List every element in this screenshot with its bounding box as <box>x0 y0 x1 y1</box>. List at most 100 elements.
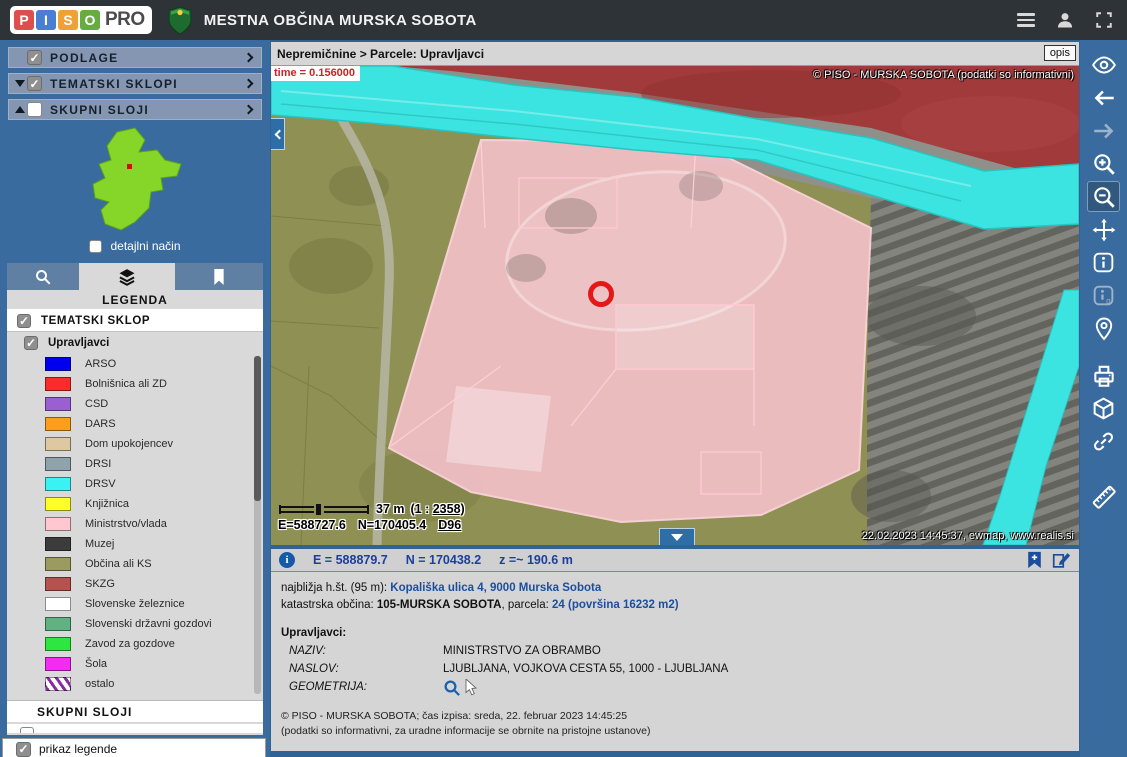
sidebar-panel-podlage[interactable]: ✓ PODLAGE <box>8 47 262 68</box>
legend-item: DARS <box>45 414 263 434</box>
legend-item: Ministrstvo/vlada <box>45 514 263 534</box>
cube-3d-icon <box>1091 396 1116 421</box>
legend-swatch <box>45 577 71 591</box>
cut-checkbox[interactable] <box>20 727 34 733</box>
municipality-outline <box>93 128 181 230</box>
attribute-table: Upravljavci: NAZIV: MINISTRSTVO ZA OBRAM… <box>281 625 1069 698</box>
legend-subgroup-upravljavci[interactable]: ✓ Upravljavci <box>7 332 263 354</box>
piso-logo[interactable]: P I S O PRO <box>10 6 152 34</box>
chevron-right-icon <box>244 53 254 63</box>
zoom-to-geometry-icon[interactable] <box>443 679 461 697</box>
app-header: P I S O PRO MESTNA OBČINA MURSKA SOBOTA <box>0 0 1127 40</box>
sidebar-panel-skupni-sloji[interactable]: ✓ SKUPNI SLOJI <box>8 99 262 120</box>
share-link-tool[interactable] <box>1086 425 1122 458</box>
map-block: Nepremičnine > Parcele: Upravljavci opis <box>271 42 1079 545</box>
zoom-in-icon <box>1091 151 1117 177</box>
legend-item: DRSI <box>45 454 263 474</box>
legend-scrollbar[interactable] <box>254 356 261 694</box>
user-icon[interactable] <box>1055 10 1075 30</box>
logo-letter-s: S <box>58 10 78 30</box>
legend-scrollbar-thumb[interactable] <box>254 356 261 501</box>
nearest-address-line: najbližja h.št. (95 m): Kopališka ulica … <box>281 580 1069 597</box>
sidebar-panel-tematski-sklopi[interactable]: ✓ TEMATSKI SKLOPI <box>8 73 262 94</box>
menu-icon[interactable] <box>1017 10 1035 30</box>
show-legend-checkbox[interactable]: ✓ <box>16 742 31 757</box>
field-label-naslov: NASLOV: <box>281 661 443 678</box>
tematski-sklopi-checkbox[interactable]: ✓ <box>27 76 42 91</box>
section-title: Upravljavci: <box>281 625 443 642</box>
layers-icon <box>117 267 137 287</box>
datum-link[interactable]: D96 <box>438 518 461 532</box>
report-edit-icon[interactable] <box>1052 551 1071 569</box>
sidebar-collapse-handle[interactable] <box>271 118 285 150</box>
locate-tool[interactable] <box>1086 312 1122 345</box>
building-outline <box>616 305 754 369</box>
legend-group-checkbox[interactable]: ✓ <box>17 314 31 328</box>
svg-text:g: g <box>1106 295 1111 305</box>
field-label-geometrija: GEOMETRIJA: <box>281 679 443 697</box>
chevron-right-icon <box>244 79 254 89</box>
info-panel-collapse-button[interactable] <box>659 528 695 545</box>
legend-group-skupni-sloji[interactable]: SKUPNI SLOJI <box>7 700 263 722</box>
legend-group-tematski-sklop[interactable]: ✓ TEMATSKI SKLOP <box>7 311 263 332</box>
sidebar: ✓ PODLAGE ✓ TEMATSKI SKLOPI ✓ SKUPNI SLO… <box>0 40 270 757</box>
tab-bookmarks[interactable] <box>175 263 263 290</box>
tab-layers[interactable] <box>79 263 175 290</box>
current-view-marker <box>127 164 132 169</box>
map-image <box>271 66 1079 545</box>
zoom-out-tool-active[interactable] <box>1087 181 1120 212</box>
measure-tool[interactable] <box>1086 480 1122 513</box>
legend-group-label: TEMATSKI SKLOP <box>41 315 150 327</box>
legend-swatch <box>45 457 71 471</box>
info-panel-header: i E = 588879.7 N = 170438.2 z =~ 190.6 m <box>271 549 1079 572</box>
field-label-naziv: NAZIV: <box>281 643 443 660</box>
info-icon <box>1091 250 1116 275</box>
tab-search[interactable] <box>7 263 79 290</box>
podlage-checkbox[interactable]: ✓ <box>27 50 42 65</box>
opis-button[interactable]: opis <box>1044 45 1076 61</box>
podlage-label: PODLAGE <box>50 51 118 65</box>
skupni-sloji-checkbox[interactable]: ✓ <box>27 102 42 117</box>
zoom-in-tool[interactable] <box>1086 147 1122 180</box>
legend-swatch <box>45 357 71 371</box>
eye-icon <box>1091 52 1117 78</box>
map-toolbar: g <box>1080 40 1127 757</box>
nearest-address-link[interactable]: Kopališka ulica 4, 9000 Murska Sobota <box>390 582 601 594</box>
fullscreen-icon[interactable] <box>1095 11 1113 29</box>
legend-item: Dom upokojencev <box>45 434 263 454</box>
detail-mode-checkbox[interactable]: ✓ <box>89 240 102 253</box>
legend-item: Slovenski državni gozdovi <box>45 614 263 634</box>
info-panel-footer: © PISO - MURSKA SOBOTA; čas izpisa: sred… <box>281 709 1069 739</box>
previous-view-tool[interactable] <box>1086 81 1122 114</box>
legend-item: ARSO <box>45 354 263 374</box>
municipality-overview-map[interactable] <box>0 125 270 237</box>
info-panel: i E = 588879.7 N = 170438.2 z =~ 190.6 m… <box>271 549 1079 751</box>
expand-arrow-icon[interactable] <box>15 106 25 113</box>
legend-item: Zavod za gozdove <box>45 634 263 654</box>
collapse-arrow-icon[interactable] <box>15 80 25 87</box>
show-legend-row[interactable]: ✓ prikaz legende <box>2 738 266 757</box>
cursor-northing: N=170405.4 <box>358 518 426 532</box>
map-canvas[interactable]: time = 0.156000 © PISO - MURSKA SOBOTA (… <box>271 66 1079 545</box>
zoom-out-icon <box>1091 184 1117 210</box>
3d-view-tool[interactable] <box>1086 392 1122 425</box>
scale-ratio[interactable]: 2358 <box>433 502 461 516</box>
breadcrumb-bar: Nepremičnine > Parcele: Upravljavci opis <box>271 42 1079 66</box>
print-tool[interactable] <box>1086 359 1122 392</box>
legend-swatch <box>45 497 71 511</box>
field-value-naziv: MINISTRSTVO ZA OBRAMBO <box>443 643 1069 660</box>
visibility-tool[interactable] <box>1086 48 1122 81</box>
logo-letter-p: P <box>14 10 34 30</box>
legend-subgroup-checkbox[interactable]: ✓ <box>24 336 38 350</box>
selected-elevation: z =~ 190.6 m <box>499 553 573 567</box>
identify-tool[interactable] <box>1086 246 1122 279</box>
next-view-tool-disabled <box>1086 114 1122 147</box>
parcel-link[interactable]: 24 (površina 16232 m2) <box>552 599 679 611</box>
legend-item: Občina ali KS <box>45 554 263 574</box>
pan-tool[interactable] <box>1086 213 1122 246</box>
legend-item: SKZG <box>45 574 263 594</box>
legend-item: Muzej <box>45 534 263 554</box>
save-bookmark-icon[interactable] <box>1027 551 1042 569</box>
pan-arrows-icon <box>1091 217 1117 243</box>
legend-swatch <box>45 557 71 571</box>
